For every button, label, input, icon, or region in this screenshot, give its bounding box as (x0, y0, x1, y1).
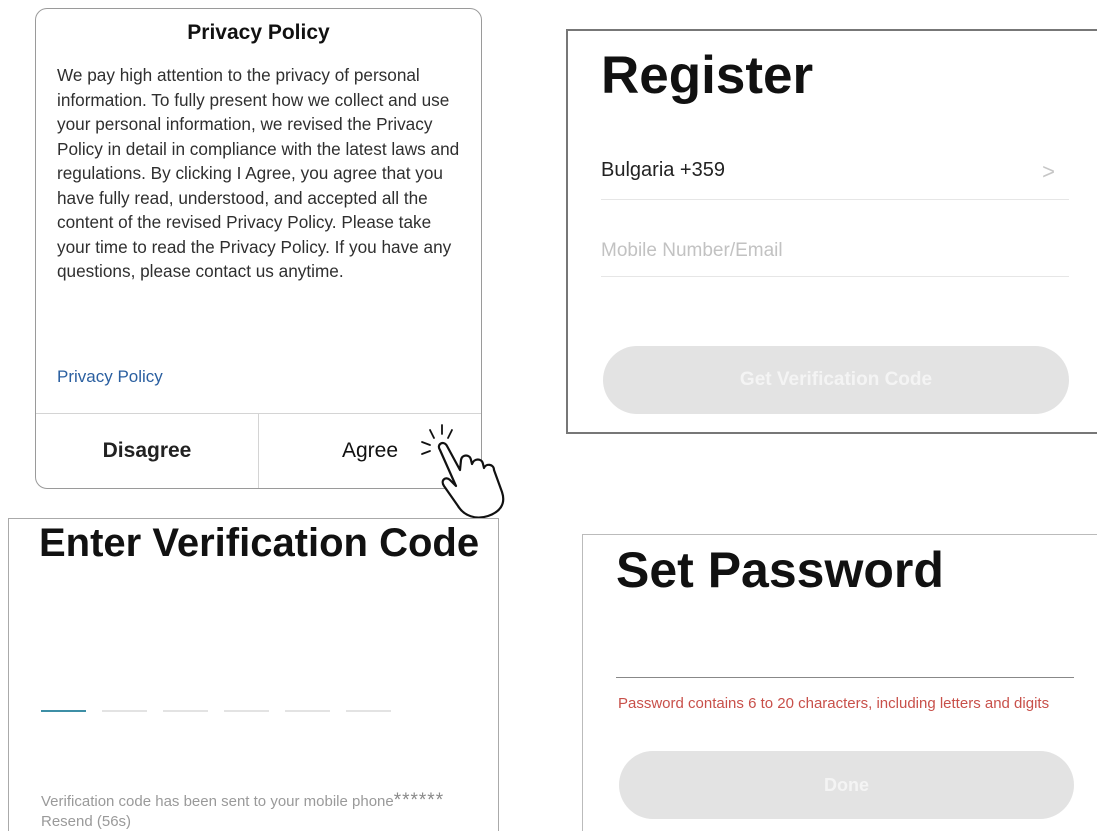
get-verification-code-button[interactable]: Get Verification Code (603, 346, 1069, 414)
privacy-policy-dialog: Privacy Policy We pay high attention to … (35, 8, 482, 489)
resend-link[interactable]: Resend (56s) (41, 813, 131, 830)
mobile-email-input[interactable] (601, 226, 1069, 277)
password-input[interactable] (616, 639, 1074, 678)
country-code-selector[interactable]: Bulgaria +359 > (601, 159, 1069, 200)
register-panel: Register Bulgaria +359 > Get Verificatio… (566, 29, 1097, 434)
disagree-button[interactable]: Disagree (36, 414, 258, 488)
verification-title: Enter Verification Code (39, 521, 480, 565)
code-slot[interactable] (224, 710, 269, 712)
set-password-title: Set Password (616, 542, 944, 598)
verification-message: Verification code has been sent to your … (41, 791, 471, 832)
chevron-right-icon: > (1042, 159, 1055, 184)
dialog-body-text: We pay high attention to the privacy of … (57, 65, 460, 281)
code-slot[interactable] (285, 710, 330, 712)
privacy-policy-link[interactable]: Privacy Policy (57, 367, 163, 387)
dialog-footer: Disagree Agree (36, 413, 481, 488)
verification-sent-text: Verification code has been sent to your … (41, 793, 394, 810)
verification-panel: Enter Verification Code Verification cod… (8, 518, 499, 831)
country-code-label: Bulgaria +359 (601, 159, 725, 181)
done-button[interactable]: Done (619, 751, 1074, 819)
code-slot[interactable] (346, 710, 391, 712)
register-title: Register (601, 46, 814, 105)
set-password-panel: Set Password Password contains 6 to 20 c… (582, 534, 1097, 831)
tap-hand-icon (421, 424, 505, 519)
masked-phone-number: ****** (393, 790, 445, 811)
password-hint: Password contains 6 to 20 characters, in… (618, 695, 1050, 712)
code-slot[interactable] (41, 710, 86, 712)
dialog-title: Privacy Policy (187, 21, 330, 44)
code-slot[interactable] (163, 710, 208, 712)
code-slot[interactable] (102, 710, 147, 712)
code-input[interactable] (41, 710, 391, 712)
